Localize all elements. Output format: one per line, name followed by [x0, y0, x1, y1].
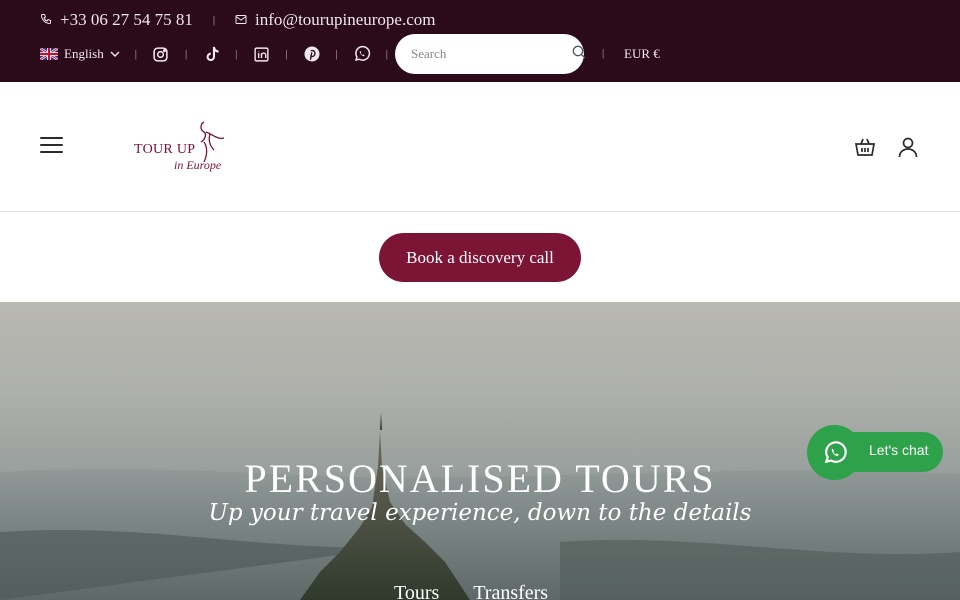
tiktok-icon[interactable] [202, 45, 220, 63]
divider: | [235, 48, 238, 60]
tab-transfers[interactable]: Transfers [473, 582, 548, 600]
chevron-down-icon [110, 46, 120, 62]
tab-tours[interactable]: Tours [394, 582, 439, 600]
hero-tabs: Tours Transfers [394, 582, 548, 600]
language-selector[interactable]: English [39, 46, 120, 62]
uk-flag-icon [39, 47, 59, 61]
pinterest-icon[interactable] [303, 45, 321, 63]
basket-icon[interactable] [853, 135, 877, 159]
divider: | [335, 48, 338, 60]
whatsapp-chat-icon [807, 425, 862, 480]
linkedin-icon[interactable] [252, 45, 270, 63]
chat-widget[interactable]: Let's chat [807, 425, 947, 481]
hero-subtitle: Up your travel experience, down to the d… [208, 500, 752, 526]
divider: | [602, 47, 605, 59]
phone-link[interactable]: +33 06 27 54 75 81 [40, 10, 193, 30]
top-bar: +33 06 27 54 75 81 | info@tourupineurope… [0, 0, 960, 82]
user-icon[interactable] [896, 135, 920, 159]
menu-icon[interactable] [40, 137, 64, 155]
divider: | [285, 48, 288, 60]
social-row: English | | | | | | [39, 38, 403, 70]
search-box [395, 34, 587, 74]
email-link[interactable]: info@tourupineurope.com [235, 10, 435, 30]
divider: | [134, 48, 137, 60]
divider: | [385, 48, 388, 60]
search-icon[interactable] [571, 44, 587, 65]
mail-icon [235, 10, 247, 30]
logo-title: TOUR UP [134, 142, 196, 157]
book-discovery-call-button[interactable]: Book a discovery call [379, 233, 581, 282]
currency-selector[interactable]: EUR € [624, 46, 660, 62]
site-header: TOUR UP in Europe [0, 82, 960, 212]
phone-icon [40, 10, 52, 30]
search-input[interactable] [411, 46, 571, 62]
chat-label: Let's chat [869, 442, 929, 458]
divider: | [184, 48, 188, 60]
language-label: English [64, 46, 104, 61]
instagram-icon[interactable] [152, 45, 170, 63]
logo-subtitle: in Europe [174, 158, 222, 172]
phone-number: +33 06 27 54 75 81 [60, 10, 193, 29]
email-address: info@tourupineurope.com [255, 10, 436, 29]
logo[interactable]: TOUR UP in Europe [132, 118, 232, 178]
cta-strip: Book a discovery call [0, 213, 960, 302]
divider: | [212, 14, 216, 26]
whatsapp-icon[interactable] [353, 45, 371, 63]
contact-info: +33 06 27 54 75 81 | info@tourupineurope… [40, 10, 435, 30]
